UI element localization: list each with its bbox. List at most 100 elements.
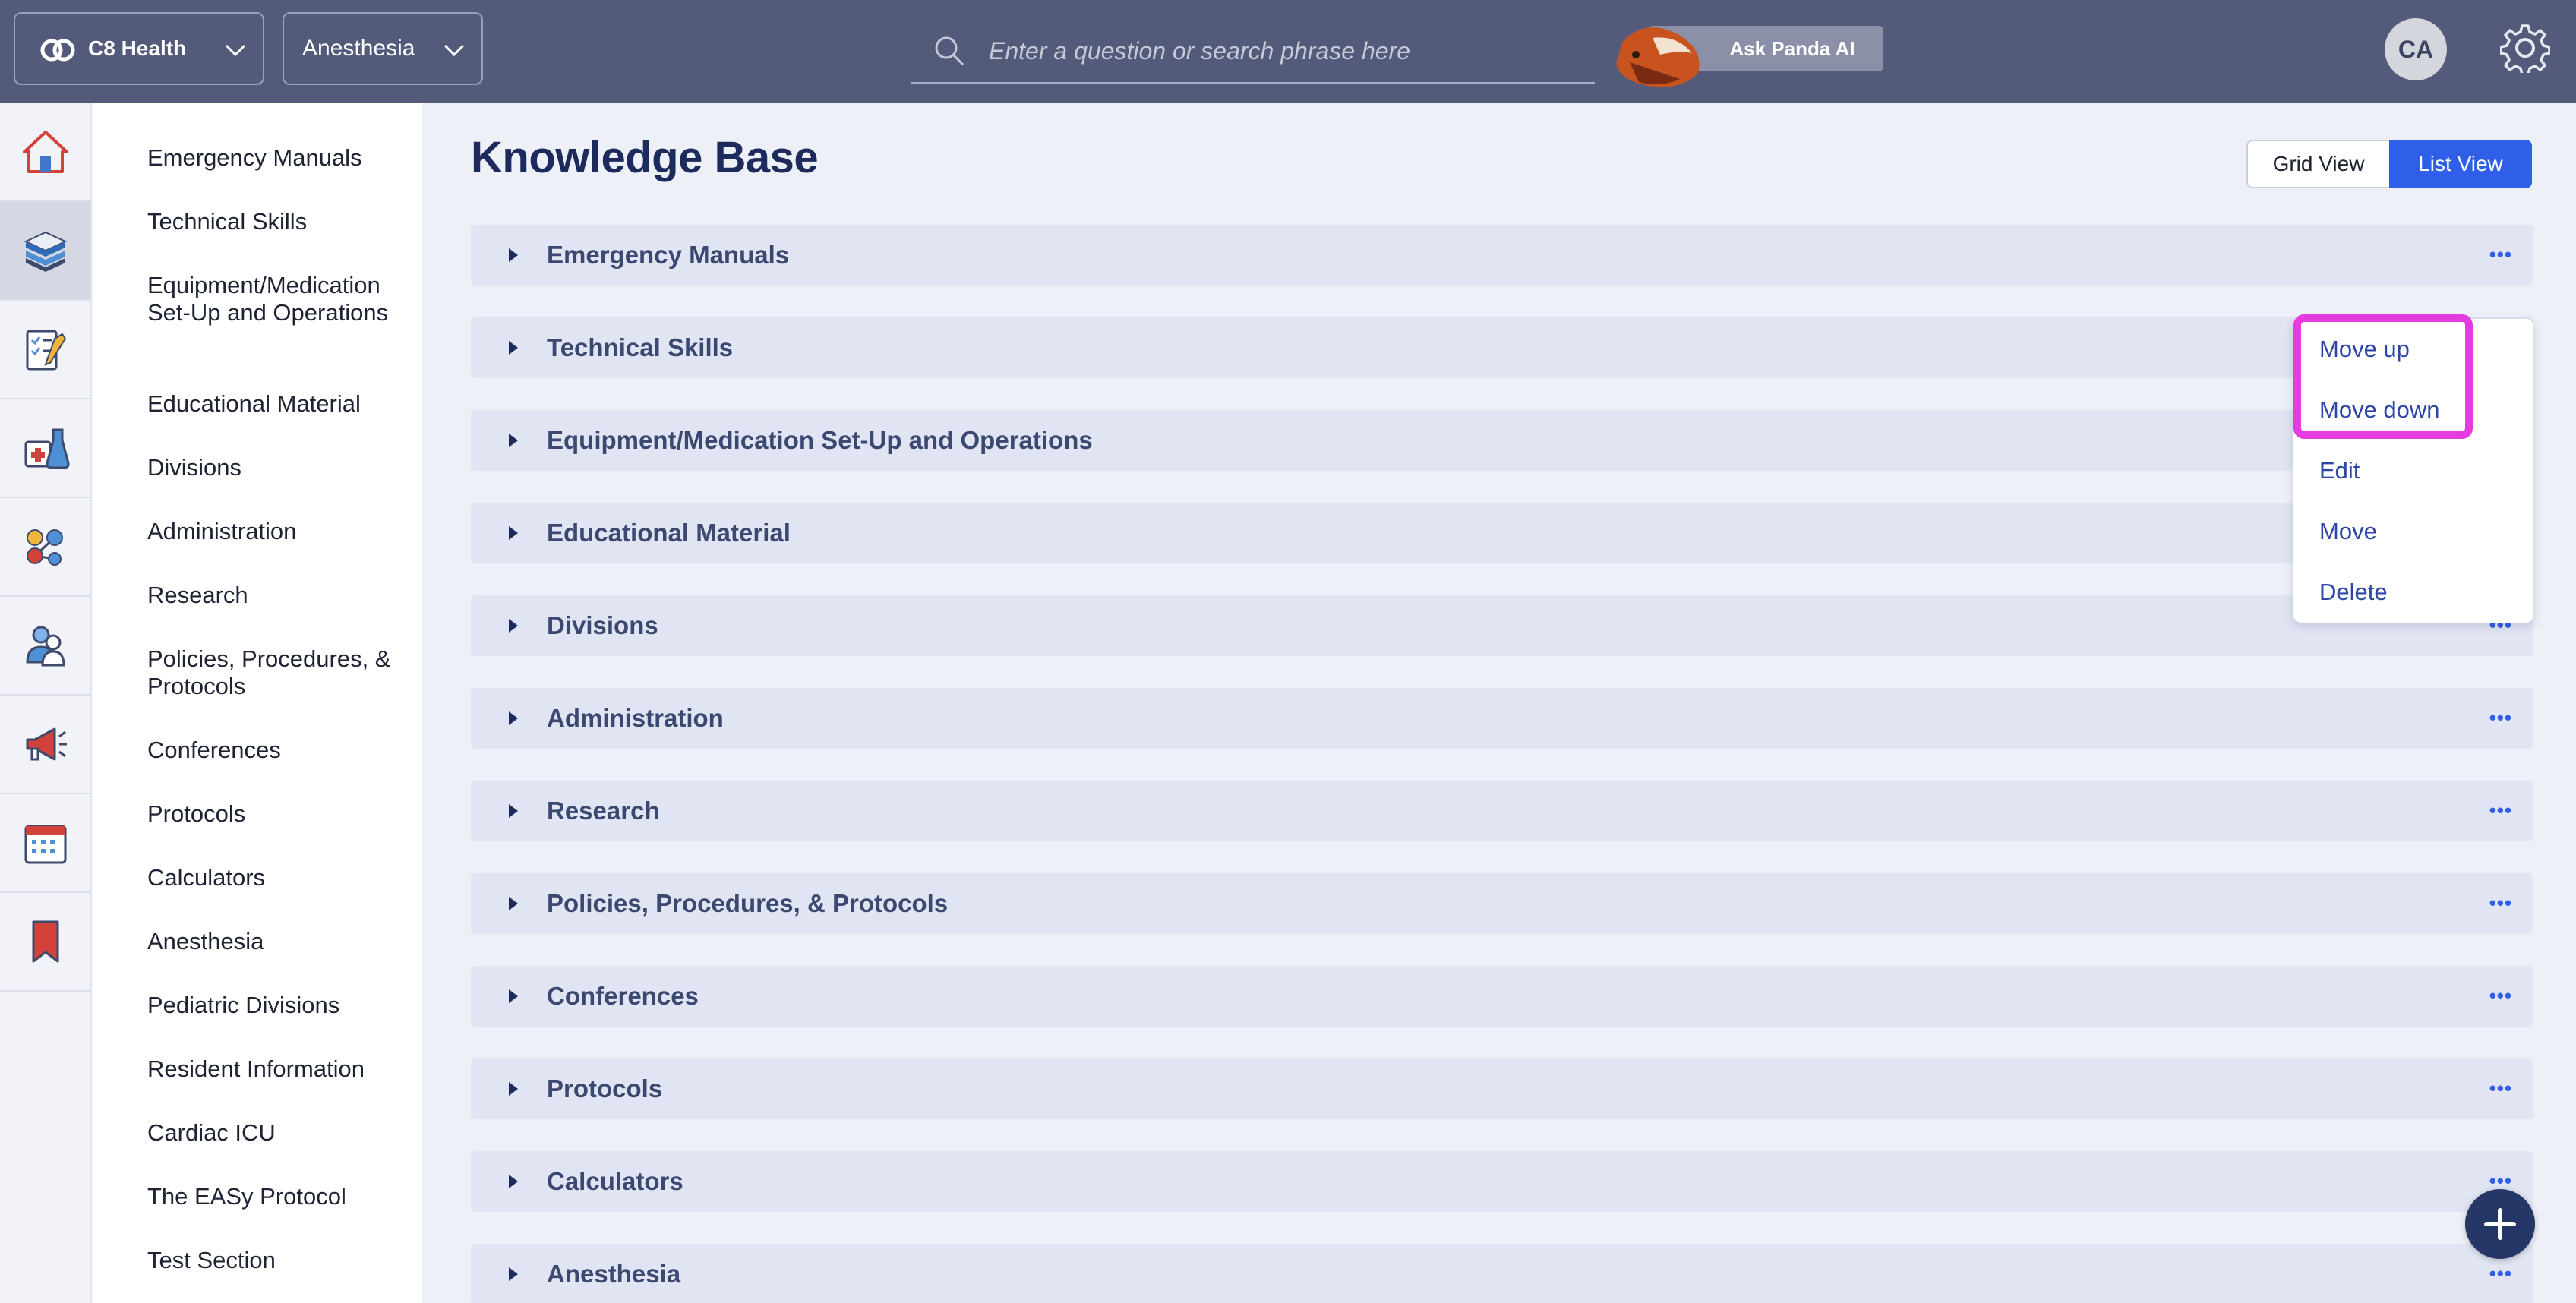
menu-item-move[interactable]: Move bbox=[2319, 518, 2377, 545]
sidebar-item-calculators[interactable]: Calculators bbox=[147, 864, 406, 891]
sidebar-item-easy-protocol[interactable]: The EASy Protocol bbox=[147, 1183, 406, 1210]
rail-knowledge-base[interactable] bbox=[0, 202, 91, 301]
sidebar-item-anesthesia[interactable]: Anesthesia bbox=[147, 928, 406, 955]
department-selector[interactable]: Anesthesia bbox=[283, 12, 483, 85]
rail-announcements[interactable] bbox=[0, 696, 91, 794]
more-options-icon[interactable]: ••• bbox=[2489, 799, 2512, 822]
search-input[interactable] bbox=[989, 36, 1566, 65]
section-label: Calculators bbox=[547, 1167, 683, 1195]
caret-right-icon[interactable] bbox=[509, 341, 518, 355]
org-name: C8 Health bbox=[88, 36, 187, 60]
sidebar-item-policies[interactable]: Policies, Procedures, & Protocols bbox=[147, 645, 406, 700]
add-button[interactable] bbox=[2465, 1189, 2535, 1259]
home-icon bbox=[23, 131, 68, 173]
more-options-icon[interactable]: ••• bbox=[2489, 984, 2512, 1008]
books-icon bbox=[24, 231, 68, 272]
more-options-icon[interactable]: ••• bbox=[2489, 1262, 2512, 1286]
view-toggle: Grid View List View bbox=[2246, 140, 2532, 188]
section-label: Research bbox=[547, 797, 660, 825]
checklist-icon bbox=[26, 330, 67, 371]
rail-home[interactable] bbox=[0, 103, 91, 202]
section-label: Protocols bbox=[547, 1074, 663, 1103]
user-avatar[interactable]: CA bbox=[2385, 18, 2447, 80]
section-row-calculators[interactable]: Calculators ••• bbox=[471, 1151, 2533, 1212]
caret-right-icon[interactable] bbox=[509, 1175, 518, 1188]
caret-right-icon[interactable] bbox=[509, 434, 518, 447]
sidebar-item-conferences[interactable]: Conferences bbox=[147, 737, 406, 764]
section-label: Conferences bbox=[547, 982, 699, 1010]
rail-calendar[interactable] bbox=[0, 794, 91, 893]
calendar-icon bbox=[24, 825, 67, 864]
sidebar-item-protocols[interactable]: Protocols bbox=[147, 800, 406, 828]
section-row-policies[interactable]: Policies, Procedures, & Protocols ••• bbox=[471, 873, 2533, 934]
section-row-technical-skills[interactable]: Technical Skills bbox=[471, 317, 2533, 378]
caret-right-icon[interactable] bbox=[509, 711, 518, 725]
sidebar-item-administration[interactable]: Administration bbox=[147, 518, 406, 545]
more-options-icon[interactable]: ••• bbox=[2489, 243, 2512, 267]
people-icon bbox=[26, 626, 65, 667]
rail-network[interactable] bbox=[0, 498, 91, 597]
caret-right-icon[interactable] bbox=[509, 989, 518, 1003]
plus-icon bbox=[2484, 1208, 2516, 1240]
section-label: Policies, Procedures, & Protocols bbox=[547, 889, 949, 917]
section-row-divisions[interactable]: Divisions ••• bbox=[471, 595, 2533, 656]
rail-equipment[interactable] bbox=[0, 399, 91, 498]
caret-right-icon[interactable] bbox=[509, 1267, 518, 1281]
org-selector[interactable]: C8 Health bbox=[14, 12, 264, 85]
sidebar-item-test-section[interactable]: Test Section bbox=[147, 1247, 406, 1274]
rail-checklists[interactable] bbox=[0, 301, 91, 399]
section-label: Equipment/Medication Set-Up and Operatio… bbox=[547, 426, 1093, 454]
menu-item-delete[interactable]: Delete bbox=[2319, 579, 2388, 606]
highlight-annotation bbox=[2293, 314, 2473, 439]
caret-right-icon[interactable] bbox=[509, 619, 518, 633]
section-label: Emergency Manuals bbox=[547, 241, 790, 269]
section-row-equipment[interactable]: Equipment/Medication Set-Up and Operatio… bbox=[471, 410, 2533, 471]
caret-right-icon[interactable] bbox=[509, 248, 518, 262]
chevron-down-icon bbox=[225, 44, 246, 57]
section-label: Administration bbox=[547, 704, 724, 732]
section-row-administration[interactable]: Administration ••• bbox=[471, 688, 2533, 749]
page-title: Knowledge Base bbox=[471, 133, 819, 182]
sidebar-item-cardiac-icu[interactable]: Cardiac ICU bbox=[147, 1119, 406, 1147]
network-icon bbox=[27, 529, 63, 566]
menu-item-edit[interactable]: Edit bbox=[2319, 457, 2360, 484]
caret-right-icon[interactable] bbox=[509, 897, 518, 910]
section-label: Educational Material bbox=[547, 519, 791, 547]
bookmark-icon bbox=[32, 920, 59, 963]
sidebar-item-research[interactable]: Research bbox=[147, 582, 406, 609]
sidebar-item-divisions[interactable]: Divisions bbox=[147, 454, 406, 481]
caret-right-icon[interactable] bbox=[509, 1082, 518, 1096]
rail-people[interactable] bbox=[0, 597, 91, 696]
section-row-protocols[interactable]: Protocols ••• bbox=[471, 1058, 2533, 1119]
list-view-button[interactable]: List View bbox=[2389, 140, 2532, 188]
megaphone-icon bbox=[26, 727, 67, 761]
department-name: Anesthesia bbox=[302, 36, 415, 61]
more-options-icon[interactable]: ••• bbox=[2489, 1077, 2512, 1100]
red-panda-icon bbox=[1616, 27, 1700, 87]
sidebar-item-technical-skills[interactable]: Technical Skills bbox=[147, 208, 406, 235]
section-label: Technical Skills bbox=[547, 333, 734, 361]
section-label: Anesthesia bbox=[547, 1260, 681, 1288]
icon-rail bbox=[0, 103, 91, 1303]
grid-view-button[interactable]: Grid View bbox=[2246, 140, 2389, 188]
search-bar bbox=[911, 20, 1595, 84]
sidebar-item-pediatric-divisions[interactable]: Pediatric Divisions bbox=[147, 992, 406, 1019]
rail-bookmarks[interactable] bbox=[0, 893, 91, 992]
section-row-educational-material[interactable]: Educational Material bbox=[471, 503, 2533, 563]
sidebar-item-emergency-manuals[interactable]: Emergency Manuals bbox=[147, 144, 406, 172]
lab-kit-icon bbox=[24, 428, 70, 469]
search-icon bbox=[935, 36, 964, 66]
more-options-icon[interactable]: ••• bbox=[2489, 706, 2512, 730]
section-row-emergency-manuals[interactable]: Emergency Manuals ••• bbox=[471, 225, 2533, 286]
caret-right-icon[interactable] bbox=[509, 804, 518, 818]
chevron-down-icon bbox=[444, 44, 465, 57]
sidebar-item-resident-information[interactable]: Resident Information bbox=[147, 1055, 406, 1083]
more-options-icon[interactable]: ••• bbox=[2489, 891, 2512, 915]
caret-right-icon[interactable] bbox=[509, 526, 518, 540]
section-row-research[interactable]: Research ••• bbox=[471, 781, 2533, 841]
section-row-conferences[interactable]: Conferences ••• bbox=[471, 966, 2533, 1027]
sidebar-item-equipment[interactable]: Equipment/Medication Set-Up and Operatio… bbox=[147, 272, 406, 327]
sidebar-item-educational-material[interactable]: Educational Material bbox=[147, 390, 406, 418]
gear-icon[interactable] bbox=[2500, 23, 2550, 73]
section-row-anesthesia[interactable]: Anesthesia ••• bbox=[471, 1244, 2533, 1303]
